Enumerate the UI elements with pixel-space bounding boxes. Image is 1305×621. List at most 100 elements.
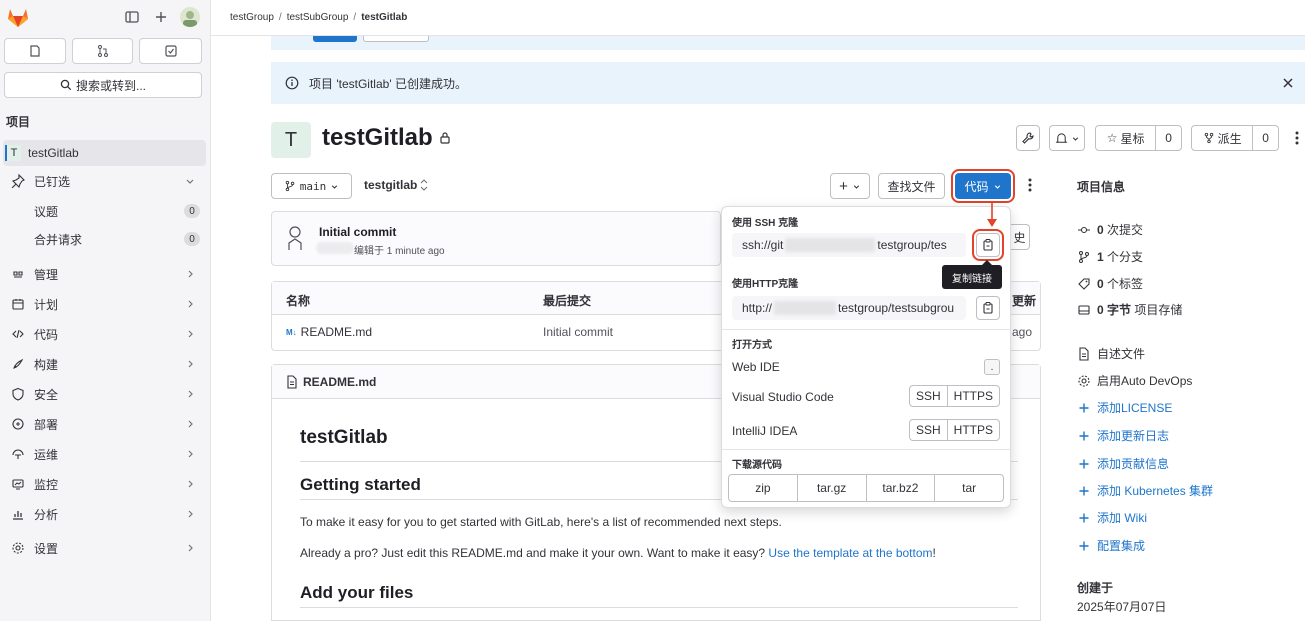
- sidebar-toggle-icon[interactable]: [124, 9, 140, 25]
- branches-link[interactable]: 1 个分支: [1077, 248, 1143, 265]
- banner-secondary-button[interactable]: [363, 36, 429, 42]
- chevron-right-icon: [184, 542, 196, 554]
- right-panel-add-link[interactable]: 添加 Wiki: [1077, 509, 1147, 526]
- sidebar-item-shield[interactable]: 安全: [3, 381, 206, 407]
- commit-author-avatar[interactable]: [285, 224, 305, 252]
- open-web-ide-item[interactable]: Web IDE .: [732, 355, 1000, 379]
- search-label: 搜索或转到...: [75, 78, 146, 93]
- merge-requests-shortcut-button[interactable]: [72, 38, 133, 64]
- fork-count[interactable]: 0: [1252, 126, 1278, 150]
- intellij-https-button[interactable]: HTTPS: [946, 420, 999, 440]
- plus-icon: [1077, 539, 1091, 553]
- right-panel-add-link[interactable]: 配置集成: [1077, 537, 1145, 554]
- add-file-dropdown[interactable]: +: [830, 173, 870, 199]
- fork-button-group: 派生 0: [1191, 125, 1279, 151]
- commits-count: 0: [1097, 223, 1104, 237]
- close-icon[interactable]: [1281, 76, 1295, 90]
- find-file-button[interactable]: 查找文件: [878, 173, 945, 199]
- chevron-right-icon: [184, 508, 196, 520]
- sidebar-item-gear[interactable]: 设置: [3, 535, 206, 561]
- more-actions-icon[interactable]: [1026, 177, 1034, 193]
- chevron-right-icon: [184, 268, 196, 280]
- commits-link[interactable]: 0 次提交: [1077, 221, 1143, 238]
- sidebar-item-label: 合并请求: [34, 232, 83, 247]
- vscode-ssh-button[interactable]: SSH: [910, 386, 947, 406]
- sidebar-item-manage[interactable]: 管理: [3, 261, 206, 287]
- sidebar-item-deploy[interactable]: 部署: [3, 411, 206, 437]
- sidebar-item-issues[interactable]: 议题 0: [3, 198, 206, 224]
- download-targz-button[interactable]: tar.gz: [796, 475, 866, 501]
- avatar[interactable]: [180, 7, 200, 27]
- project-title: testGitlab: [322, 124, 433, 151]
- readme-link[interactable]: 自述文件: [1077, 345, 1145, 362]
- settings-wrench-button[interactable]: [1016, 125, 1040, 151]
- star-count[interactable]: 0: [1155, 126, 1181, 150]
- sidebar-item-code[interactable]: 代码: [3, 321, 206, 347]
- http-url-prefix: http://: [742, 301, 773, 315]
- chevron-right-icon: [184, 328, 196, 340]
- sidebar-item-label: 设置: [34, 541, 59, 556]
- intellij-ssh-button[interactable]: SSH: [910, 420, 947, 440]
- breadcrumb-group[interactable]: testGroup: [230, 12, 274, 23]
- breadcrumb-project[interactable]: testGitlab: [361, 12, 407, 23]
- http-clone-url-input[interactable]: http:// testgroup/testsubgrou: [732, 296, 966, 320]
- fork-button[interactable]: 派生: [1192, 126, 1252, 150]
- right-panel-add-link[interactable]: 添加LICENSE: [1077, 399, 1172, 416]
- plus-icon[interactable]: [153, 9, 169, 25]
- history-button[interactable]: 史: [1010, 224, 1030, 250]
- storage-info[interactable]: 0 字节 项目存储: [1077, 301, 1182, 318]
- vscode-https-button[interactable]: HTTPS: [946, 386, 999, 406]
- template-link[interactable]: Use the template at the bottom: [768, 546, 932, 560]
- tags-link[interactable]: 0 个标签: [1077, 275, 1143, 292]
- right-panel-add-link[interactable]: 添加更新日志: [1077, 427, 1169, 444]
- sidebar-item-monitor[interactable]: 监控: [3, 471, 206, 497]
- table-row[interactable]: M↓ README.md: [286, 325, 372, 339]
- chevron-right-icon: [184, 418, 196, 430]
- sidebar-item-analytics[interactable]: 分析: [3, 501, 206, 527]
- download-zip-button[interactable]: zip: [729, 475, 797, 501]
- sidebar-item-operate[interactable]: 运维: [3, 441, 206, 467]
- ssh-url-suffix: testgroup/tes: [877, 238, 947, 252]
- branch-selector[interactable]: main: [271, 173, 352, 199]
- readme-filename[interactable]: README.md: [286, 375, 376, 389]
- download-tar-button[interactable]: tar: [934, 475, 1003, 501]
- gitlab-logo-icon[interactable]: [6, 6, 30, 28]
- sidebar-item-build[interactable]: 构建: [3, 351, 206, 377]
- breadcrumb-subgroup[interactable]: testSubGroup: [287, 12, 349, 23]
- sidebar-item-merge-requests[interactable]: 合并请求 0: [3, 226, 206, 252]
- chevron-right-icon: [184, 478, 196, 490]
- gear-icon: [1077, 374, 1091, 388]
- sidebar-item-plan[interactable]: 计划: [3, 291, 206, 317]
- sidebar-item-label: 已钉选: [34, 174, 71, 189]
- redacted-author: [316, 242, 354, 254]
- code-icon: [10, 326, 26, 342]
- issues-shortcut-button[interactable]: [4, 38, 66, 64]
- wrench-icon: [1022, 132, 1034, 144]
- banner-primary-button[interactable]: [313, 36, 357, 42]
- repo-path[interactable]: testgitlab: [364, 178, 428, 192]
- sidebar-item-label: testGitlab: [28, 146, 79, 160]
- notification-button[interactable]: [1049, 125, 1085, 151]
- copy-http-url-button[interactable]: [976, 296, 1000, 320]
- open-with-label: 打开方式: [732, 340, 772, 351]
- storage-icon: [1077, 303, 1091, 317]
- right-panel-add-link[interactable]: 添加 Kubernetes 集群: [1077, 482, 1213, 499]
- sidebar-item-pinned[interactable]: 已钉选: [3, 168, 206, 194]
- add-link-label: 添加 Wiki: [1097, 511, 1147, 525]
- sidebar-item-project[interactable]: T testGitlab: [3, 140, 206, 166]
- star-button[interactable]: ☆ 星标: [1096, 126, 1155, 150]
- lock-icon: [439, 131, 451, 145]
- search-button[interactable]: 搜索或转到...: [4, 72, 202, 98]
- more-actions-icon[interactable]: [1292, 130, 1302, 146]
- commit-title[interactable]: Initial commit: [319, 225, 396, 239]
- file-last-commit[interactable]: Initial commit: [543, 325, 613, 339]
- copy-ssh-url-button[interactable]: [972, 229, 1004, 261]
- code-dropdown-button[interactable]: 代码: [951, 169, 1015, 203]
- download-tarbz2-button[interactable]: tar.bz2: [865, 475, 935, 501]
- divider: [722, 449, 1010, 450]
- ssh-clone-url-input[interactable]: ssh://git testgroup/tes: [732, 233, 966, 257]
- autodevops-link[interactable]: 启用Auto DevOps: [1077, 372, 1192, 389]
- sidebar-item-label: 议题: [34, 204, 59, 219]
- todos-shortcut-button[interactable]: [139, 38, 202, 64]
- right-panel-add-link[interactable]: 添加贡献信息: [1077, 455, 1169, 472]
